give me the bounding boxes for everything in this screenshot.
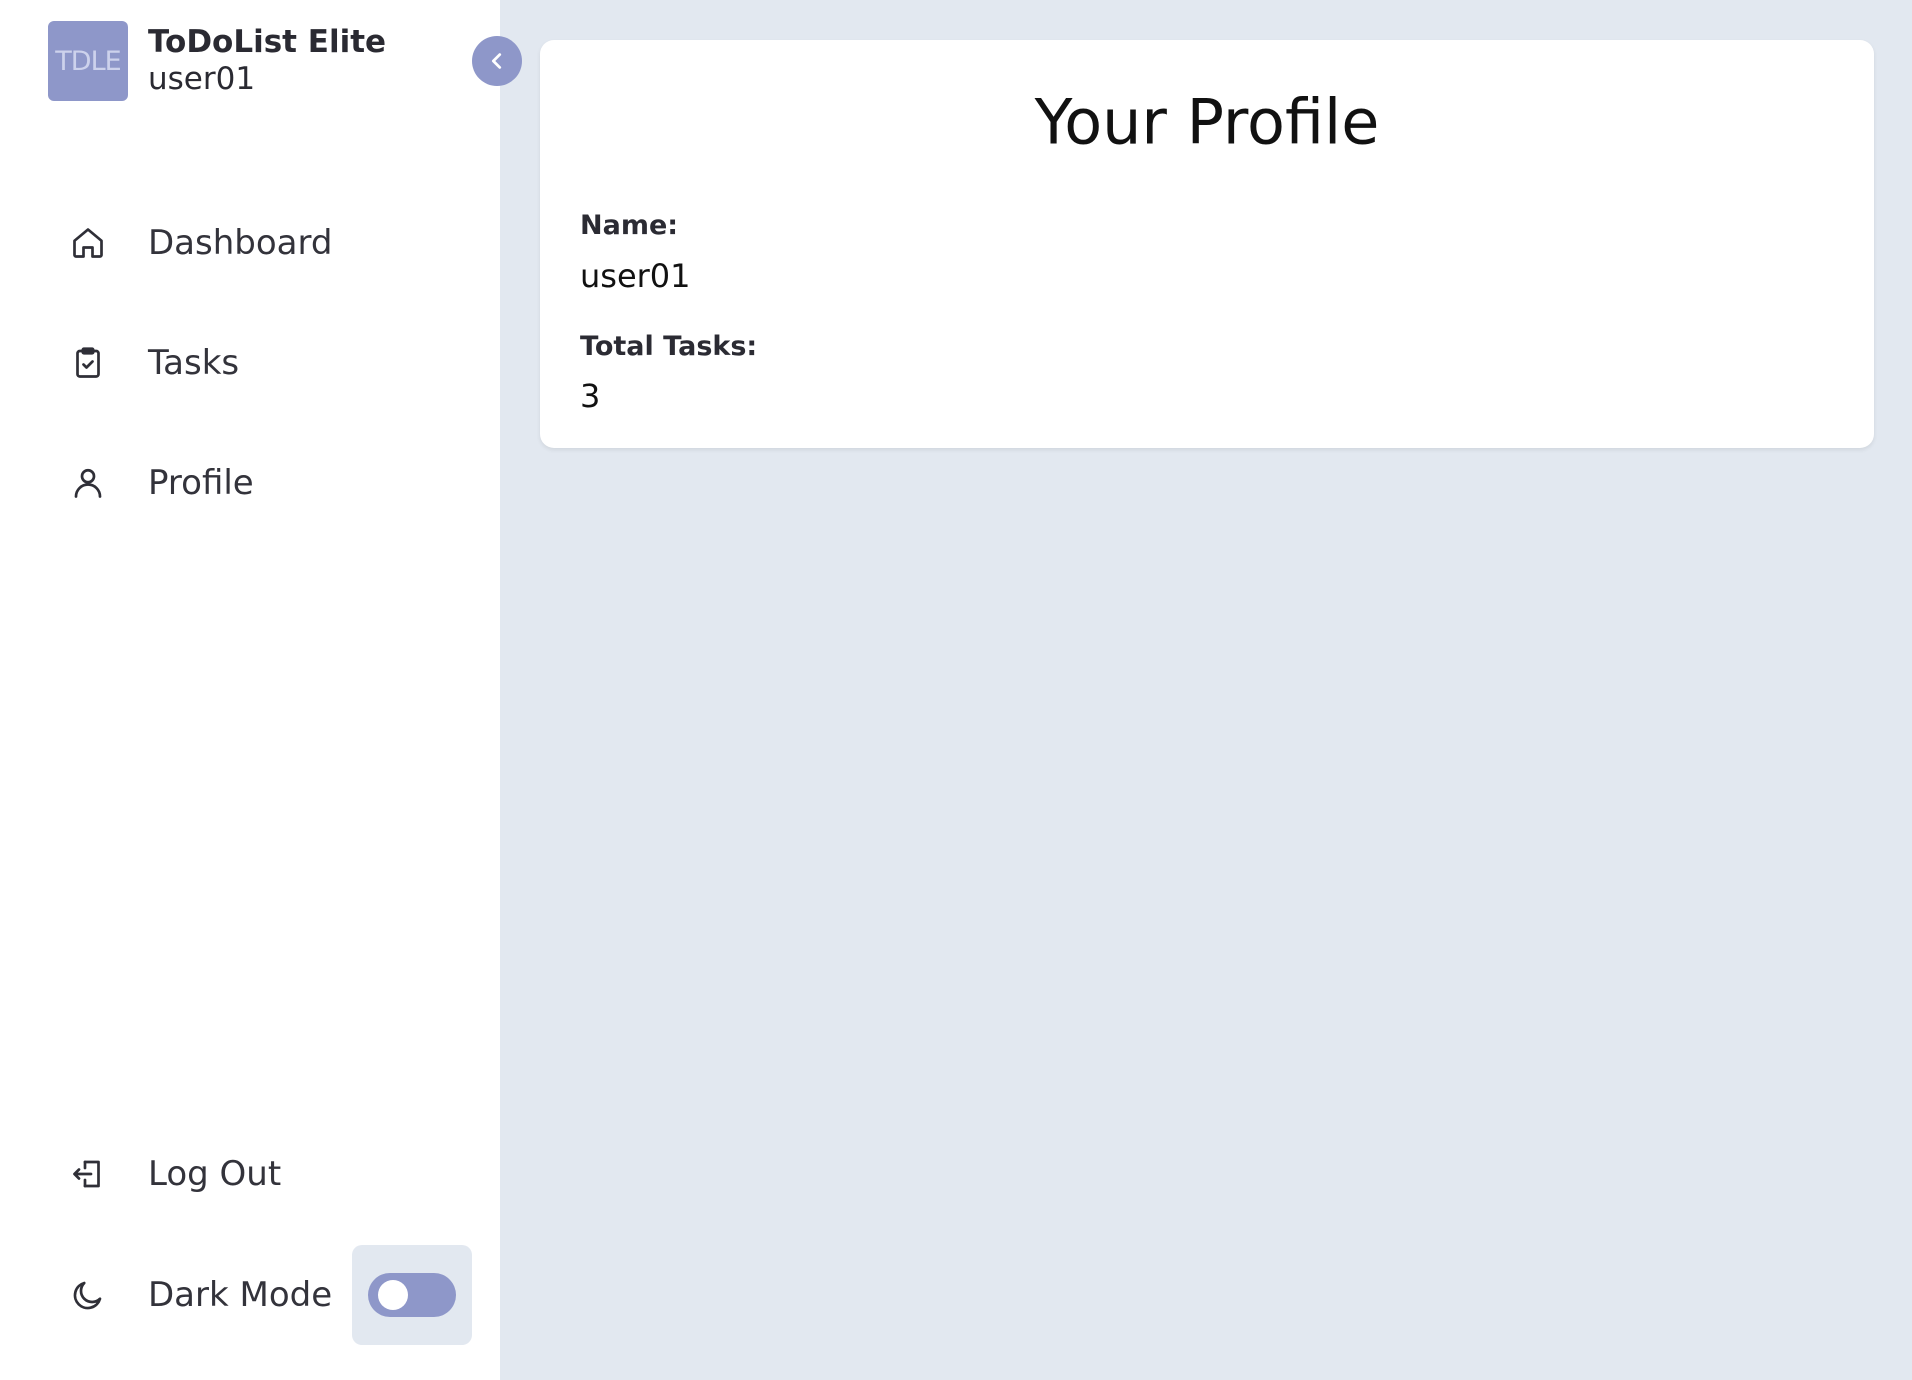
total-tasks-value: 3	[580, 377, 601, 415]
sidebar-item-tasks[interactable]: Tasks	[68, 343, 239, 383]
logout-label: Log Out	[148, 1154, 282, 1194]
moon-icon	[68, 1275, 108, 1315]
user-icon	[68, 463, 108, 503]
clipboard-check-icon	[68, 343, 108, 383]
sidebar-item-profile[interactable]: Profile	[68, 463, 254, 503]
dark-mode-toggle[interactable]	[368, 1273, 456, 1317]
app-title: ToDoList Elite	[148, 23, 387, 60]
logout-button[interactable]: Log Out	[68, 1154, 281, 1194]
name-value: user01	[580, 257, 691, 295]
brand: TDLE ToDoList Elite user01	[48, 21, 386, 101]
name-label: Name:	[580, 210, 679, 241]
toggle-knob	[378, 1280, 408, 1310]
total-tasks-label: Total Tasks:	[580, 331, 758, 362]
chevron-left-icon	[486, 50, 508, 72]
sidebar-item-dashboard[interactable]: Dashboard	[68, 223, 332, 263]
sidebar-item-label: Profile	[148, 463, 254, 503]
dark-mode-toggle-container	[352, 1245, 472, 1345]
sidebar: TDLE ToDoList Elite user01 Dashboard Tas…	[0, 0, 500, 1380]
sidebar-item-label: Tasks	[148, 343, 240, 383]
brand-text: ToDoList Elite user01	[148, 24, 386, 98]
current-username: user01	[148, 61, 256, 97]
dark-mode-label: Dark Mode	[148, 1275, 333, 1315]
page-title: Your Profile	[1034, 85, 1380, 159]
profile-card: Your Profile Name: user01 Total Tasks: 3	[540, 40, 1874, 448]
dark-mode-row: Dark Mode	[68, 1275, 332, 1315]
home-icon	[68, 223, 108, 263]
collapse-sidebar-button[interactable]	[472, 36, 522, 86]
sidebar-item-label: Dashboard	[148, 223, 333, 263]
app-root: TDLE ToDoList Elite user01 Dashboard Tas…	[0, 0, 1912, 1380]
app-logo: TDLE	[48, 21, 128, 101]
logout-icon	[68, 1154, 108, 1194]
